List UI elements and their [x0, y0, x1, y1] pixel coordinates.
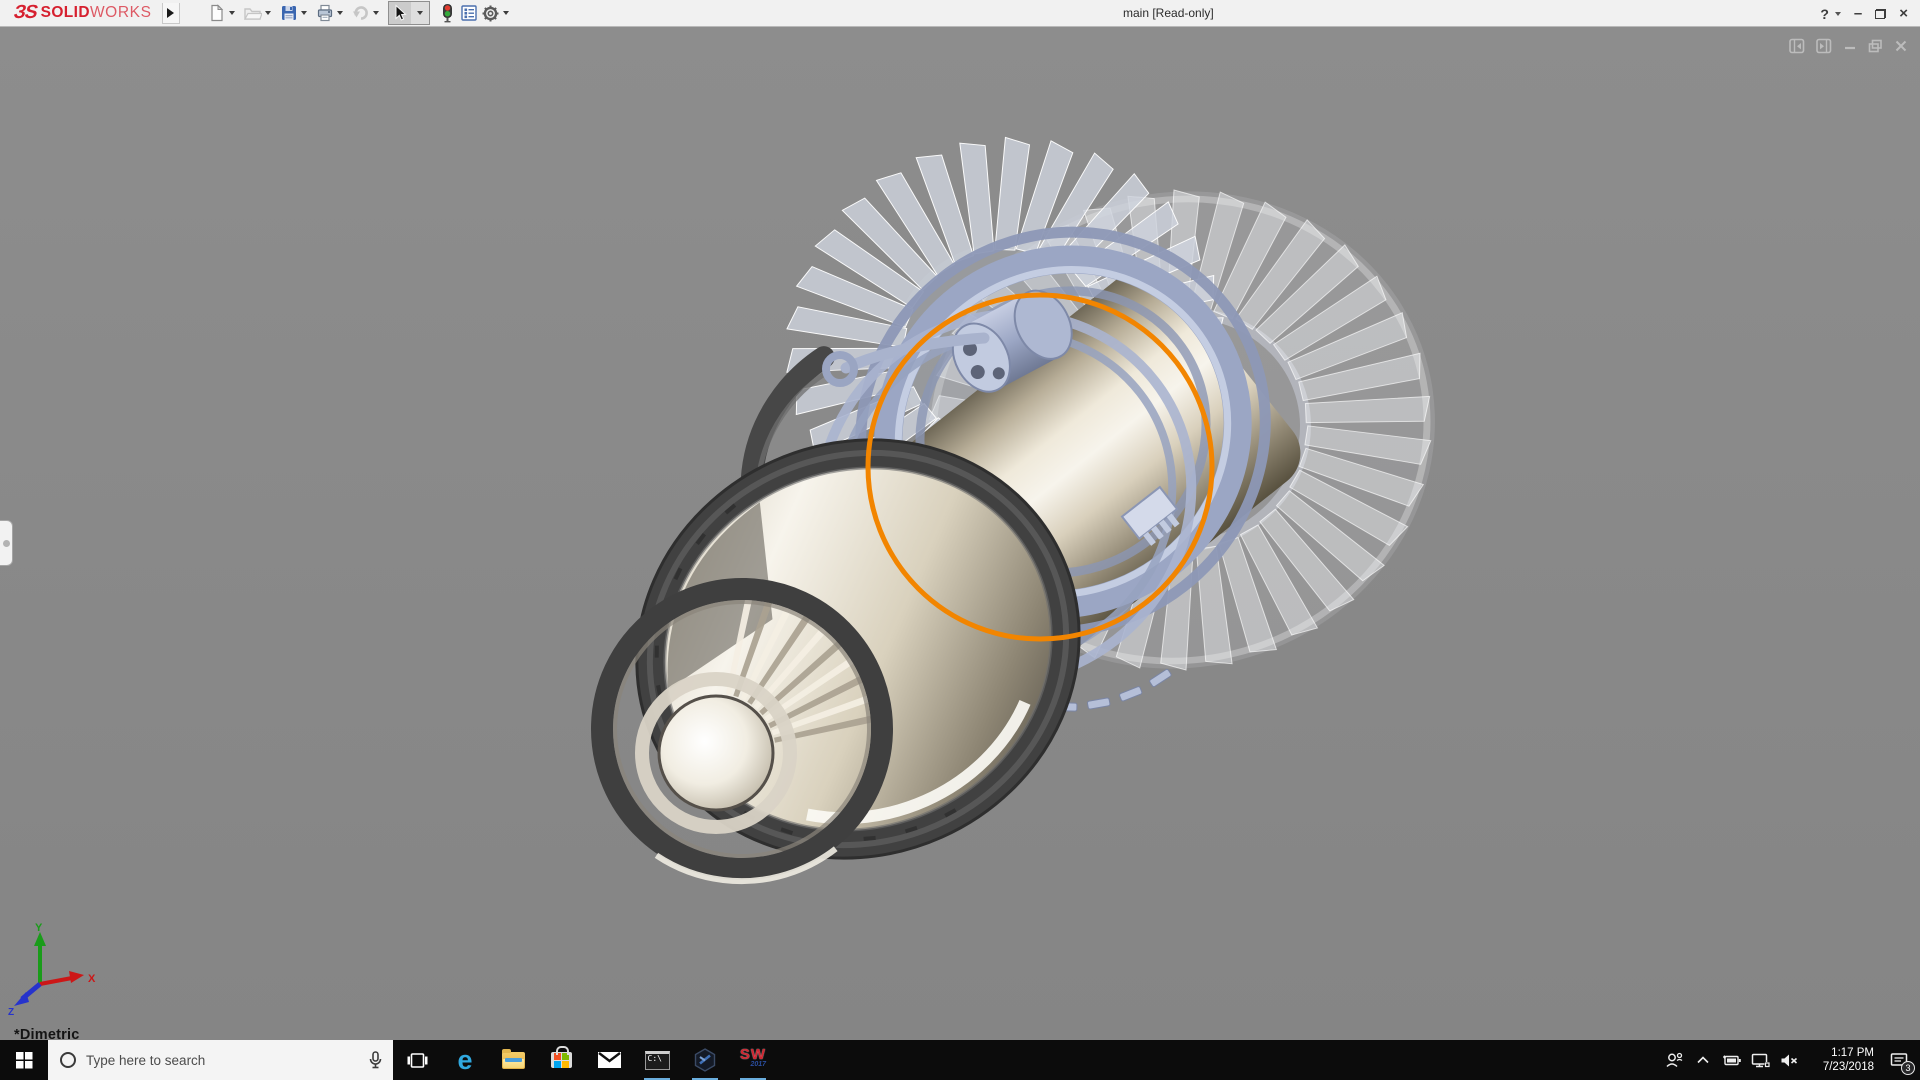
options-button[interactable] — [480, 2, 502, 24]
close-button[interactable]: × — [1899, 5, 1908, 22]
network-button[interactable] — [1746, 1040, 1775, 1080]
select-tool-button[interactable] — [389, 2, 411, 24]
doc-restore-icon[interactable] — [1868, 39, 1883, 53]
rebuild-button[interactable] — [436, 2, 458, 24]
file-explorer-icon — [502, 1052, 525, 1069]
new-document-icon — [208, 4, 226, 22]
triad-x-label: X — [88, 973, 96, 985]
battery-button[interactable] — [1717, 1040, 1746, 1080]
new-document-button[interactable] — [206, 2, 228, 24]
undo-dropdown-caret[interactable] — [373, 11, 379, 15]
view-orientation-label: *Dimetric — [14, 1027, 79, 1040]
panel-collapse-tab[interactable] — [0, 520, 13, 566]
print-dropdown-caret[interactable] — [337, 11, 343, 15]
nose-hub — [659, 696, 773, 810]
brand-text-solid: SOLID — [41, 4, 90, 22]
restore-button[interactable] — [1875, 9, 1886, 19]
taskbar-app-mail[interactable] — [585, 1040, 633, 1080]
system-tray: 1:17 PM 7/23/2018 3 — [1659, 1040, 1920, 1080]
taskbar-search-input[interactable]: Type here to search — [48, 1040, 393, 1080]
save-dropdown-caret[interactable] — [301, 11, 307, 15]
volume-button[interactable] — [1775, 1040, 1804, 1080]
solidworks-window: ЗS SOLIDWORKS — [0, 0, 1920, 1080]
edge-icon: e — [457, 1047, 472, 1073]
taskbar-app-edge[interactable]: e — [441, 1040, 489, 1080]
document-window-controls — [1789, 38, 1908, 54]
titlebar: ЗS SOLIDWORKS — [0, 0, 1920, 27]
microphone-icon[interactable] — [368, 1051, 383, 1069]
triad-z-label: Z — [8, 1007, 14, 1016]
volume-muted-icon — [1780, 1053, 1799, 1068]
solidworks-2017-icon: SW 2017 — [740, 1049, 766, 1071]
start-button[interactable] — [0, 1040, 48, 1080]
triad-y-label: Y — [35, 922, 43, 934]
menu-flyout-arrow-button[interactable] — [162, 3, 180, 24]
cortana-icon — [60, 1052, 76, 1068]
solidworks-logo: ЗS SOLIDWORKS — [0, 0, 162, 26]
select-dropdown-caret[interactable] — [417, 11, 423, 15]
taskbar-app-file-explorer[interactable] — [489, 1040, 537, 1080]
network-icon — [1751, 1053, 1770, 1068]
taskbar: Type here to search e C:\ SW 2017 — [0, 1040, 1920, 1080]
hexagon-app-icon — [693, 1048, 717, 1072]
people-icon — [1665, 1052, 1683, 1069]
document-title: main [Read-only] — [1123, 0, 1214, 27]
save-icon — [280, 4, 298, 22]
doc-close-icon[interactable] — [1894, 39, 1908, 53]
open-folder-icon — [243, 4, 262, 22]
show-hidden-icons-button[interactable] — [1688, 1040, 1717, 1080]
gear-icon — [481, 4, 500, 23]
flyout-triangle-icon — [167, 8, 174, 18]
taskbar-app-hexagon[interactable] — [681, 1040, 729, 1080]
cursor-arrow-icon — [391, 4, 409, 22]
print-button[interactable] — [314, 2, 336, 24]
taskbar-app-microsoft-store[interactable] — [537, 1040, 585, 1080]
task-view-icon — [407, 1052, 428, 1069]
quick-access-toolbar — [206, 0, 516, 26]
print-icon — [316, 4, 334, 22]
undo-button[interactable] — [350, 2, 372, 24]
search-placeholder: Type here to search — [86, 1053, 358, 1068]
mail-icon — [598, 1052, 621, 1068]
windows-logo-icon — [16, 1052, 33, 1069]
chevron-up-icon — [1696, 1054, 1710, 1066]
minimize-button[interactable]: – — [1854, 9, 1862, 19]
clock-date: 7/23/2018 — [1823, 1060, 1874, 1074]
open-button[interactable] — [242, 2, 264, 24]
task-view-button[interactable] — [393, 1040, 441, 1080]
reference-triad: Y X Z — [6, 920, 116, 1016]
file-properties-button[interactable] — [458, 2, 480, 24]
engine-model[interactable] — [0, 27, 1920, 1040]
notification-badge: 3 — [1901, 1061, 1915, 1075]
undo-icon — [352, 4, 370, 22]
taskbar-app-solidworks[interactable]: SW 2017 — [729, 1040, 777, 1080]
solidworks-logo-glyph: ЗS — [11, 2, 39, 24]
help-dropdown-caret[interactable] — [1835, 12, 1841, 16]
command-prompt-icon: C:\ — [645, 1051, 670, 1070]
people-button[interactable] — [1659, 1040, 1688, 1080]
action-center-button[interactable]: 3 — [1878, 1040, 1920, 1080]
window-controls: ? – × — [1820, 0, 1908, 27]
microsoft-store-icon — [551, 1052, 572, 1068]
show-left-pane-icon[interactable] — [1789, 38, 1805, 54]
save-button[interactable] — [278, 2, 300, 24]
taskbar-app-command-prompt[interactable]: C:\ — [633, 1040, 681, 1080]
doc-minimize-icon[interactable] — [1843, 39, 1857, 53]
brand-text-works: WORKS — [90, 4, 152, 22]
taskbar-clock[interactable]: 1:17 PM 7/23/2018 — [1804, 1040, 1878, 1080]
select-tool-group — [388, 1, 430, 25]
new-dropdown-caret[interactable] — [229, 11, 235, 15]
graphics-area[interactable]: Y X Z *Dimetric — [0, 27, 1920, 1040]
traffic-light-icon — [438, 4, 456, 23]
show-right-pane-icon[interactable] — [1816, 38, 1832, 54]
panel-tab-dot-icon — [3, 540, 10, 547]
open-dropdown-caret[interactable] — [265, 11, 271, 15]
battery-charging-icon — [1721, 1053, 1742, 1067]
file-properties-icon — [460, 4, 478, 22]
clock-time: 1:17 PM — [1831, 1046, 1874, 1060]
options-dropdown-caret[interactable] — [503, 11, 509, 15]
help-button[interactable]: ? — [1820, 6, 1829, 22]
